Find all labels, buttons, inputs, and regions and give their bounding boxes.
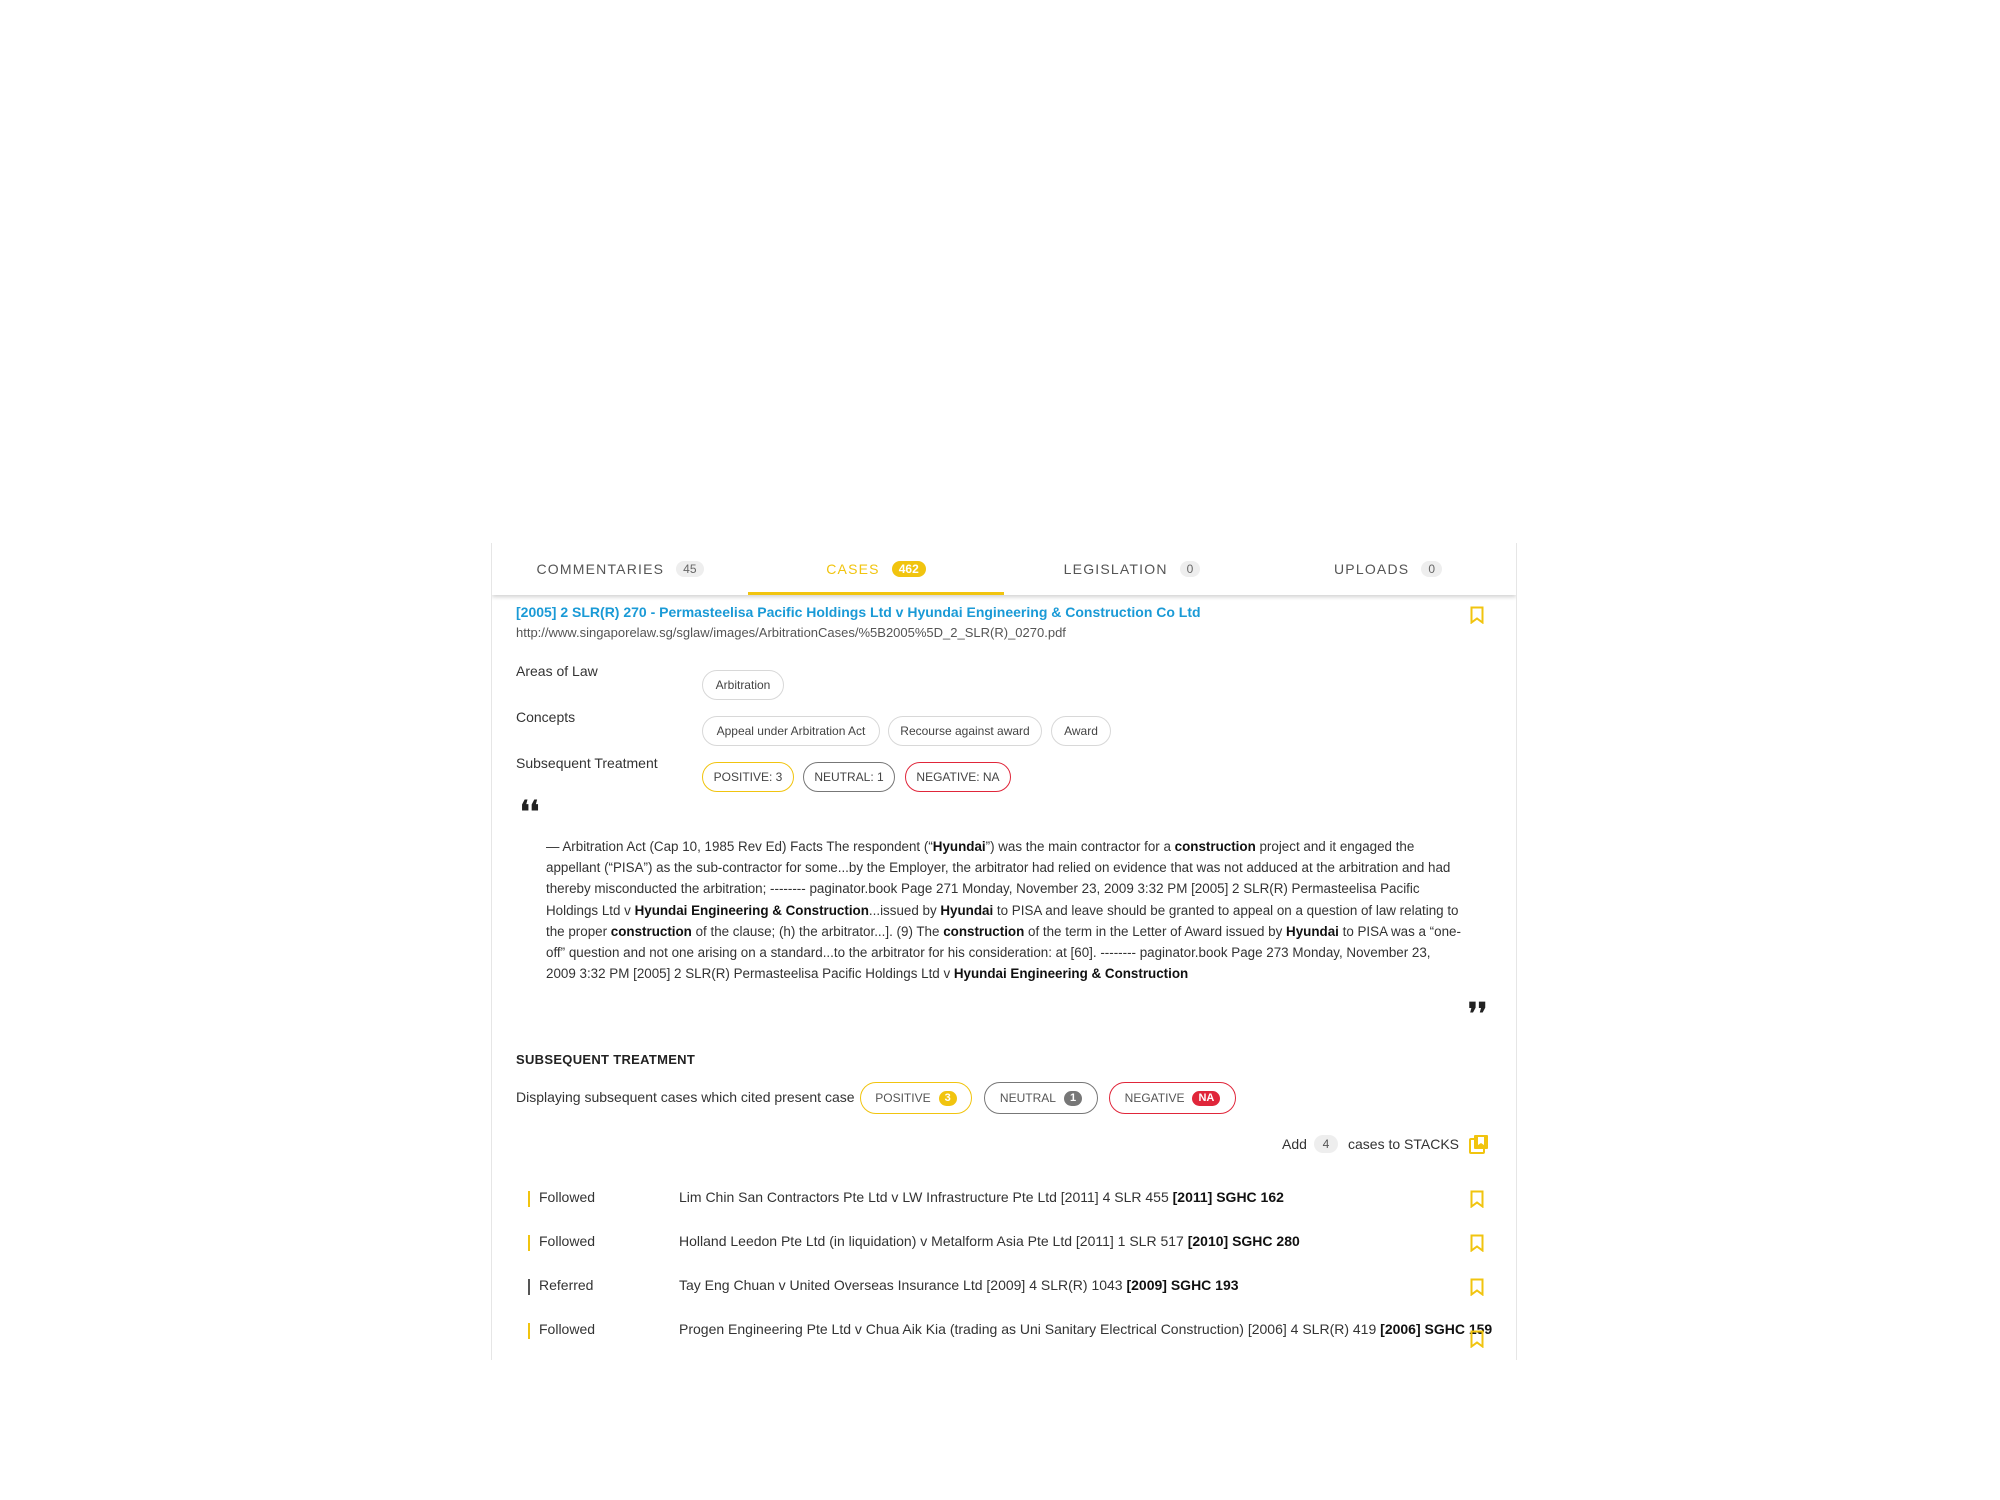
case-citation: [2010] SGHC 280 <box>1187 1233 1300 1249</box>
treatment-indicator <box>528 1323 530 1339</box>
concept-chip[interactable]: Appeal under Arbitration Act <box>702 716 880 746</box>
area-chip[interactable]: Arbitration <box>702 670 784 700</box>
case-excerpt: — Arbitration Act (Cap 10, 1985 Rev Ed) … <box>546 836 1464 984</box>
treatment-label: Referred <box>539 1277 594 1293</box>
case-url: http://www.singaporelaw.sg/sglaw/images/… <box>516 625 1066 640</box>
case-name: Lim Chin San Contractors Pte Ltd v LW In… <box>679 1189 1173 1205</box>
tab-legislation[interactable]: LEGISLATION 0 <box>1004 543 1260 595</box>
tab-cases[interactable]: CASES 462 <box>748 543 1004 595</box>
display-text: Displaying subsequent cases which cited … <box>516 1089 855 1105</box>
filter-label: POSITIVE <box>875 1091 931 1105</box>
tab-uploads[interactable]: UPLOADS 0 <box>1260 543 1516 595</box>
excerpt-highlight: Hyundai <box>940 902 994 918</box>
case-name: Holland Leedon Pte Ltd (in liquidation) … <box>679 1233 1188 1249</box>
tab-count: 45 <box>676 561 704 577</box>
case-name: Tay Eng Chuan v United Overseas Insuranc… <box>679 1277 1127 1293</box>
filter-positive-button[interactable]: POSITIVE 3 <box>860 1082 972 1114</box>
research-panel: COMMENTARIES 45 CASES 462 LEGISLATION 0 … <box>491 543 1517 1360</box>
excerpt-highlight: Hyundai Engineering & Construction <box>634 902 869 918</box>
filter-label: NEUTRAL <box>999 1091 1056 1105</box>
excerpt-highlight: construction <box>943 923 1025 939</box>
filter-neutral-button[interactable]: NEUTRAL 1 <box>984 1082 1098 1114</box>
bookmark-icon[interactable] <box>1470 1234 1484 1252</box>
excerpt-highlight: Hyundai Engineering & Construction <box>953 966 1189 982</box>
case-title-link[interactable]: [2005] 2 SLR(R) 270 - Permasteelisa Paci… <box>516 604 1201 620</box>
quote-open-icon: ❛❛ <box>520 796 540 829</box>
quote-close-icon: ❜❜ <box>1468 998 1488 1031</box>
concepts-label: Concepts <box>516 709 576 725</box>
treatment-label: Followed <box>539 1321 596 1337</box>
tab-label: UPLOADS <box>1334 561 1410 577</box>
excerpt-text: of the term in the Letter of Award issue… <box>1024 923 1287 939</box>
positive-chip[interactable]: POSITIVE: 3 <box>702 762 794 792</box>
areas-of-law-label: Areas of Law <box>516 663 598 679</box>
excerpt-highlight: construction <box>1174 839 1256 854</box>
treatment-indicator <box>528 1235 530 1251</box>
excerpt-text: of the clause; (h) the arbitrator...]. (… <box>691 923 944 939</box>
treatment-indicator <box>528 1191 530 1207</box>
tab-count: 0 <box>1421 561 1442 577</box>
tab-label: CASES <box>826 561 880 577</box>
table-row: Followed Progen Engineering Pte Ltd v Chu… <box>492 1319 1516 1349</box>
concept-chip[interactable]: Award <box>1051 716 1111 746</box>
case-link[interactable]: Progen Engineering Pte Ltd v Chua Aik Ki… <box>679 1321 1492 1337</box>
case-link[interactable]: Lim Chin San Contractors Pte Ltd v LW In… <box>679 1189 1284 1205</box>
case-name: Progen Engineering Pte Ltd v Chua Aik Ki… <box>679 1321 1381 1337</box>
tab-commentaries[interactable]: COMMENTARIES 45 <box>492 543 748 595</box>
tab-bar: COMMENTARIES 45 CASES 462 LEGISLATION 0 … <box>492 543 1516 595</box>
case-citation: [2009] SGHC 193 <box>1126 1277 1239 1293</box>
add-suffix: cases to STACKS <box>1348 1136 1460 1152</box>
bookmark-icon[interactable] <box>1470 1190 1484 1208</box>
add-count-badge: 4 <box>1314 1135 1338 1153</box>
filter-badge: 1 <box>1063 1090 1083 1106</box>
excerpt-highlight: Hyundai <box>932 839 986 854</box>
filter-label: NEGATIVE <box>1124 1091 1185 1105</box>
bookmark-icon[interactable] <box>1470 1278 1484 1296</box>
excerpt-highlight: construction <box>610 923 692 939</box>
table-row: Followed Lim Chin San Contractors Pte Ltd… <box>492 1187 1516 1217</box>
filter-negative-button[interactable]: NEGATIVE NA <box>1109 1082 1236 1114</box>
neutral-chip[interactable]: NEUTRAL: 1 <box>803 762 895 792</box>
excerpt-text: ...issued by <box>868 902 941 918</box>
case-citation: [2011] SGHC 162 <box>1172 1189 1284 1205</box>
case-link[interactable]: Tay Eng Chuan v United Overseas Insuranc… <box>679 1277 1239 1293</box>
tab-count: 0 <box>1179 561 1201 577</box>
table-row: Referred Tay Eng Chuan v United Overseas … <box>492 1275 1516 1305</box>
negative-chip[interactable]: NEGATIVE: NA <box>905 762 1011 792</box>
bookmark-icon[interactable] <box>1470 606 1484 624</box>
filter-badge: 3 <box>938 1090 957 1106</box>
tab-label: COMMENTARIES <box>536 561 665 577</box>
subsequent-treatment-heading: SUBSEQUENT TREATMENT <box>516 1052 696 1067</box>
treatment-label: Followed <box>539 1189 596 1205</box>
filter-badge: NA <box>1192 1090 1221 1106</box>
case-link[interactable]: Holland Leedon Pte Ltd (in liquidation) … <box>679 1233 1300 1249</box>
excerpt-highlight: Hyundai <box>1286 923 1339 939</box>
treatment-indicator <box>528 1279 530 1295</box>
tab-label: LEGISLATION <box>1063 561 1168 577</box>
stack-icon[interactable] <box>1468 1133 1490 1160</box>
excerpt-text: — Arbitration Act (Cap 10, 1985 Rev Ed) … <box>546 839 933 854</box>
treatment-label: Followed <box>539 1233 596 1249</box>
add-prefix: Add <box>1282 1136 1307 1152</box>
excerpt-text: ”) was the main contractor for a <box>985 839 1175 854</box>
bookmark-icon[interactable] <box>1470 1330 1484 1348</box>
tab-count: 462 <box>891 561 926 577</box>
concept-chip[interactable]: Recourse against award <box>888 716 1042 746</box>
table-row: Followed Holland Leedon Pte Ltd (in liqui… <box>492 1231 1516 1261</box>
subsequent-treatment-label: Subsequent Treatment <box>516 755 658 771</box>
